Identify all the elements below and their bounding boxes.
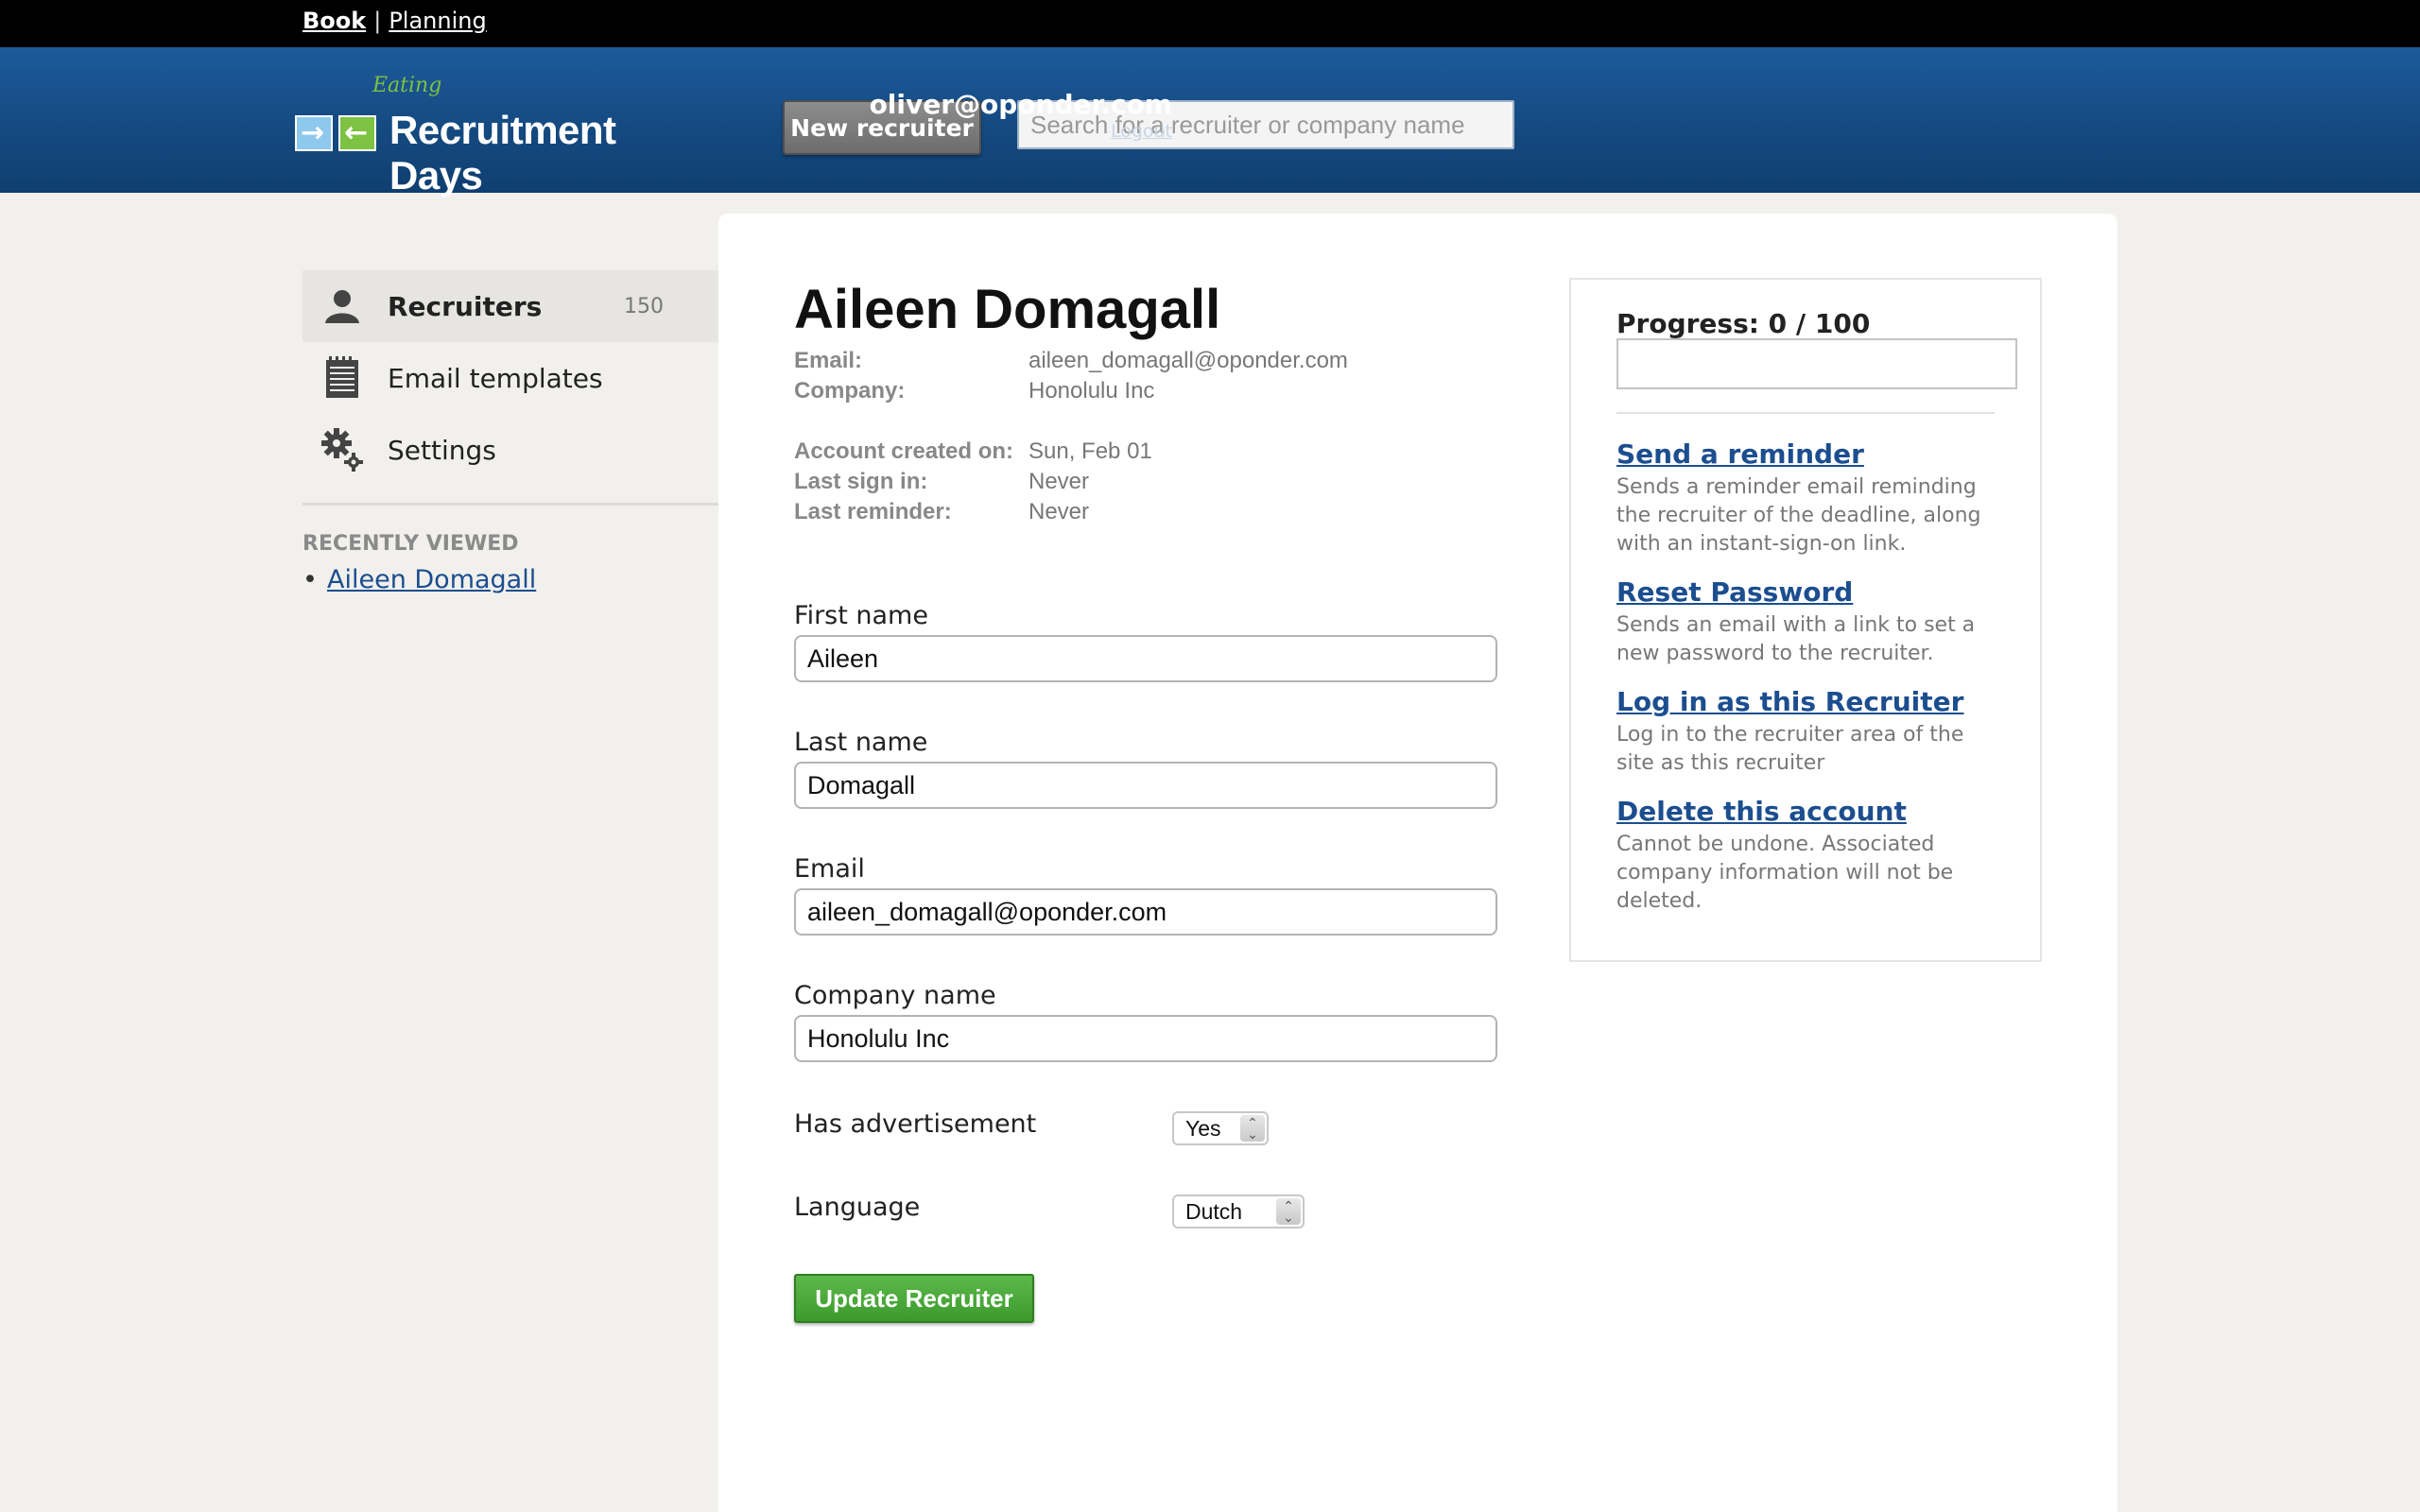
sidebar-item-label: Settings (388, 434, 496, 466)
list-item: Aileen Domagall (302, 565, 718, 594)
meta-key: Last sign in: (794, 469, 928, 494)
delete-account-link[interactable]: Delete this account (1616, 796, 1995, 827)
logout-link[interactable]: Logout (983, 121, 1172, 142)
person-icon (321, 284, 363, 328)
log-in-as-recruiter-action: Log in as this Recruiter Log in to the r… (1616, 686, 1995, 778)
progress-label: Progress: 0 / 100 (1616, 308, 1871, 339)
has-advertisement-select[interactable]: Yes ⌃ ⌄ (1172, 1111, 1269, 1145)
update-recruiter-button[interactable]: Update Recruiter (794, 1274, 1034, 1323)
right-arrow-icon: → (295, 115, 333, 151)
meta-value: Never (1028, 499, 1090, 524)
send-reminder-link[interactable]: Send a reminder (1616, 438, 1995, 470)
delete-account-action: Delete this account Cannot be undone. As… (1616, 796, 1995, 916)
language-label: Language (794, 1193, 921, 1222)
sidebar-item-settings[interactable]: Settings (302, 414, 718, 486)
first-name-label: First name (794, 601, 928, 630)
sidebar-item-label: Recruiters (388, 290, 543, 322)
has-advertisement-value: Yes (1185, 1115, 1221, 1141)
language-select[interactable]: Dutch ⌃ ⌄ (1172, 1194, 1305, 1228)
recruiters-count-badge: 150 (624, 294, 664, 318)
logo-title: Recruitment Days (389, 108, 616, 198)
meta-key: Account created on: (794, 438, 1014, 464)
has-advertisement-label: Has advertisement (794, 1109, 1037, 1139)
meta-company: Company: Honolulu Inc (794, 376, 1154, 406)
actions-panel: Progress: 0 / 100 Send a reminder Sends … (1569, 278, 2042, 962)
app-logo[interactable]: → ← Eating Recruitment Days (295, 70, 711, 198)
last-name-field[interactable] (794, 762, 1497, 809)
left-arrow-icon: ← (338, 115, 376, 151)
log-in-as-recruiter-link[interactable]: Log in as this Recruiter (1616, 686, 1995, 717)
log-in-as-recruiter-description: Log in to the recruiter area of the site… (1616, 723, 1964, 775)
meta-email: Email: aileen_domagall@oponder.com (794, 346, 1348, 376)
page-title: Aileen Domagall (794, 279, 1221, 340)
top-nav-bar: Book | Planning (0, 0, 2420, 47)
sidebar-item-email-templates[interactable]: Email templates (302, 342, 718, 414)
company-name-label: Company name (794, 981, 996, 1010)
meta-key: Last reminder: (794, 499, 952, 524)
send-reminder-description: Sends a reminder email reminding the rec… (1616, 475, 1981, 556)
logo-script-text: Eating (372, 74, 442, 97)
delete-account-description: Cannot be undone. Associated company inf… (1616, 833, 1954, 913)
sidebar-divider (302, 503, 718, 506)
sidebar: Recruiters 150 Email templates Settings … (302, 270, 718, 594)
recently-viewed-heading: RECENTLY VIEWED (302, 532, 519, 556)
meta-value: Sun, Feb 01 (1028, 438, 1152, 464)
recently-viewed-list: Aileen Domagall (302, 565, 718, 594)
language-value: Dutch (1185, 1198, 1243, 1224)
send-reminder-action: Send a reminder Sends a reminder email r… (1616, 438, 1995, 558)
recent-recruiter-link[interactable]: Aileen Domagall (327, 565, 536, 594)
meta-value: Never (1028, 469, 1090, 494)
sidebar-item-recruiters[interactable]: Recruiters 150 (302, 270, 718, 342)
company-name-field[interactable] (794, 1015, 1497, 1062)
select-stepper-icon: ⌃ ⌄ (1276, 1198, 1301, 1225)
meta-key: Company: (794, 378, 906, 404)
book-link[interactable]: Book (302, 8, 366, 34)
meta-value: Honolulu Inc (1028, 378, 1155, 404)
reset-password-action: Reset Password Sends an email with a lin… (1616, 576, 1995, 668)
sidebar-item-label: Email templates (388, 362, 603, 394)
meta-value: aileen_domagall@oponder.com (1028, 348, 1348, 373)
gears-icon (321, 428, 363, 472)
reset-password-description: Sends an email with a link to set a new … (1616, 613, 1976, 665)
select-stepper-icon: ⌃ ⌄ (1240, 1115, 1265, 1142)
email-label: Email (794, 854, 865, 884)
user-email: oliver@oponder.com (869, 89, 1172, 120)
top-nav-separator: | (373, 8, 382, 34)
actions-divider (1616, 412, 1995, 414)
progress-bar (1616, 338, 2017, 389)
email-field[interactable] (794, 888, 1497, 936)
meta-created: Account created on: Sun, Feb 01 (794, 437, 1152, 467)
meta-key: Email: (794, 348, 863, 373)
meta-last-sign-in: Last sign in: Never (794, 467, 1089, 497)
notepad-icon (321, 356, 363, 400)
meta-last-reminder: Last reminder: Never (794, 497, 1089, 527)
first-name-field[interactable] (794, 635, 1497, 682)
planning-link[interactable]: Planning (389, 8, 486, 34)
last-name-label: Last name (794, 728, 928, 757)
reset-password-link[interactable]: Reset Password (1616, 576, 1995, 608)
top-nav-links: Book | Planning (302, 8, 487, 34)
main-panel: Aileen Domagall Email: aileen_domagall@op… (718, 214, 2118, 1512)
